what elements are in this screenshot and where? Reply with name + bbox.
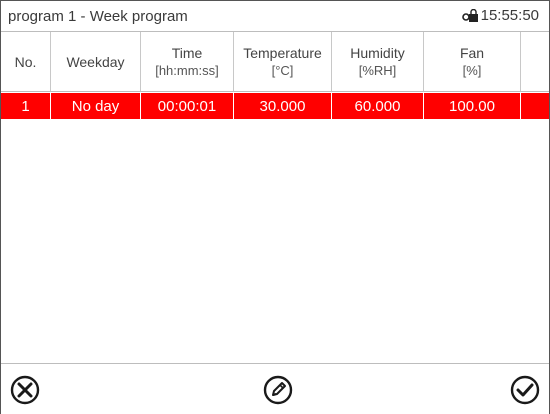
cell-weekday: No day — [51, 93, 141, 119]
column-label: Weekday — [66, 53, 125, 70]
column-label: Temperature — [243, 44, 322, 61]
week-program-screen: program 1 - Week program 15:55:50 No. We… — [0, 0, 550, 414]
cancel-icon — [9, 374, 41, 406]
action-bar — [1, 363, 549, 414]
column-header-temperature: Temperature [°C] — [234, 32, 332, 91]
column-header-spacer — [521, 32, 549, 91]
column-label: No. — [14, 53, 37, 70]
cancel-button[interactable] — [8, 373, 42, 407]
column-unit: [%RH] — [358, 62, 397, 78]
edit-button[interactable] — [261, 373, 295, 407]
cell-humidity: 60.000 — [332, 93, 424, 119]
column-unit: [%] — [462, 62, 482, 78]
cell-time: 00:00:01 — [141, 93, 234, 119]
column-header-no: No. — [1, 32, 51, 91]
lock-icon — [461, 8, 478, 23]
status-clock: 15:55:50 — [461, 7, 539, 24]
edit-pencil-icon — [262, 374, 294, 406]
confirm-check-icon — [509, 374, 541, 406]
column-header-weekday: Weekday — [51, 32, 141, 91]
column-header-fan: Fan [%] — [424, 32, 521, 91]
cell-temperature: 30.000 — [234, 93, 332, 119]
table-header: No. Weekday Time [hh:mm:ss] Temperature … — [1, 32, 549, 92]
column-label: Humidity — [350, 44, 405, 61]
column-header-time: Time [hh:mm:ss] — [141, 32, 234, 91]
cell-no: 1 — [1, 93, 51, 119]
cell-fan: 100.00 — [424, 93, 521, 119]
table-row[interactable]: 1 No day 00:00:01 30.000 60.000 100.00 — [1, 93, 549, 119]
column-label: Time — [171, 44, 203, 61]
page-title: program 1 - Week program — [8, 8, 188, 25]
column-unit: [°C] — [271, 62, 294, 78]
column-unit: [hh:mm:ss] — [155, 62, 219, 78]
column-label: Fan — [459, 44, 485, 61]
clock-time: 15:55:50 — [480, 7, 539, 24]
title-bar: program 1 - Week program 15:55:50 — [1, 1, 549, 32]
column-header-humidity: Humidity [%RH] — [332, 32, 424, 91]
confirm-button[interactable] — [508, 373, 542, 407]
